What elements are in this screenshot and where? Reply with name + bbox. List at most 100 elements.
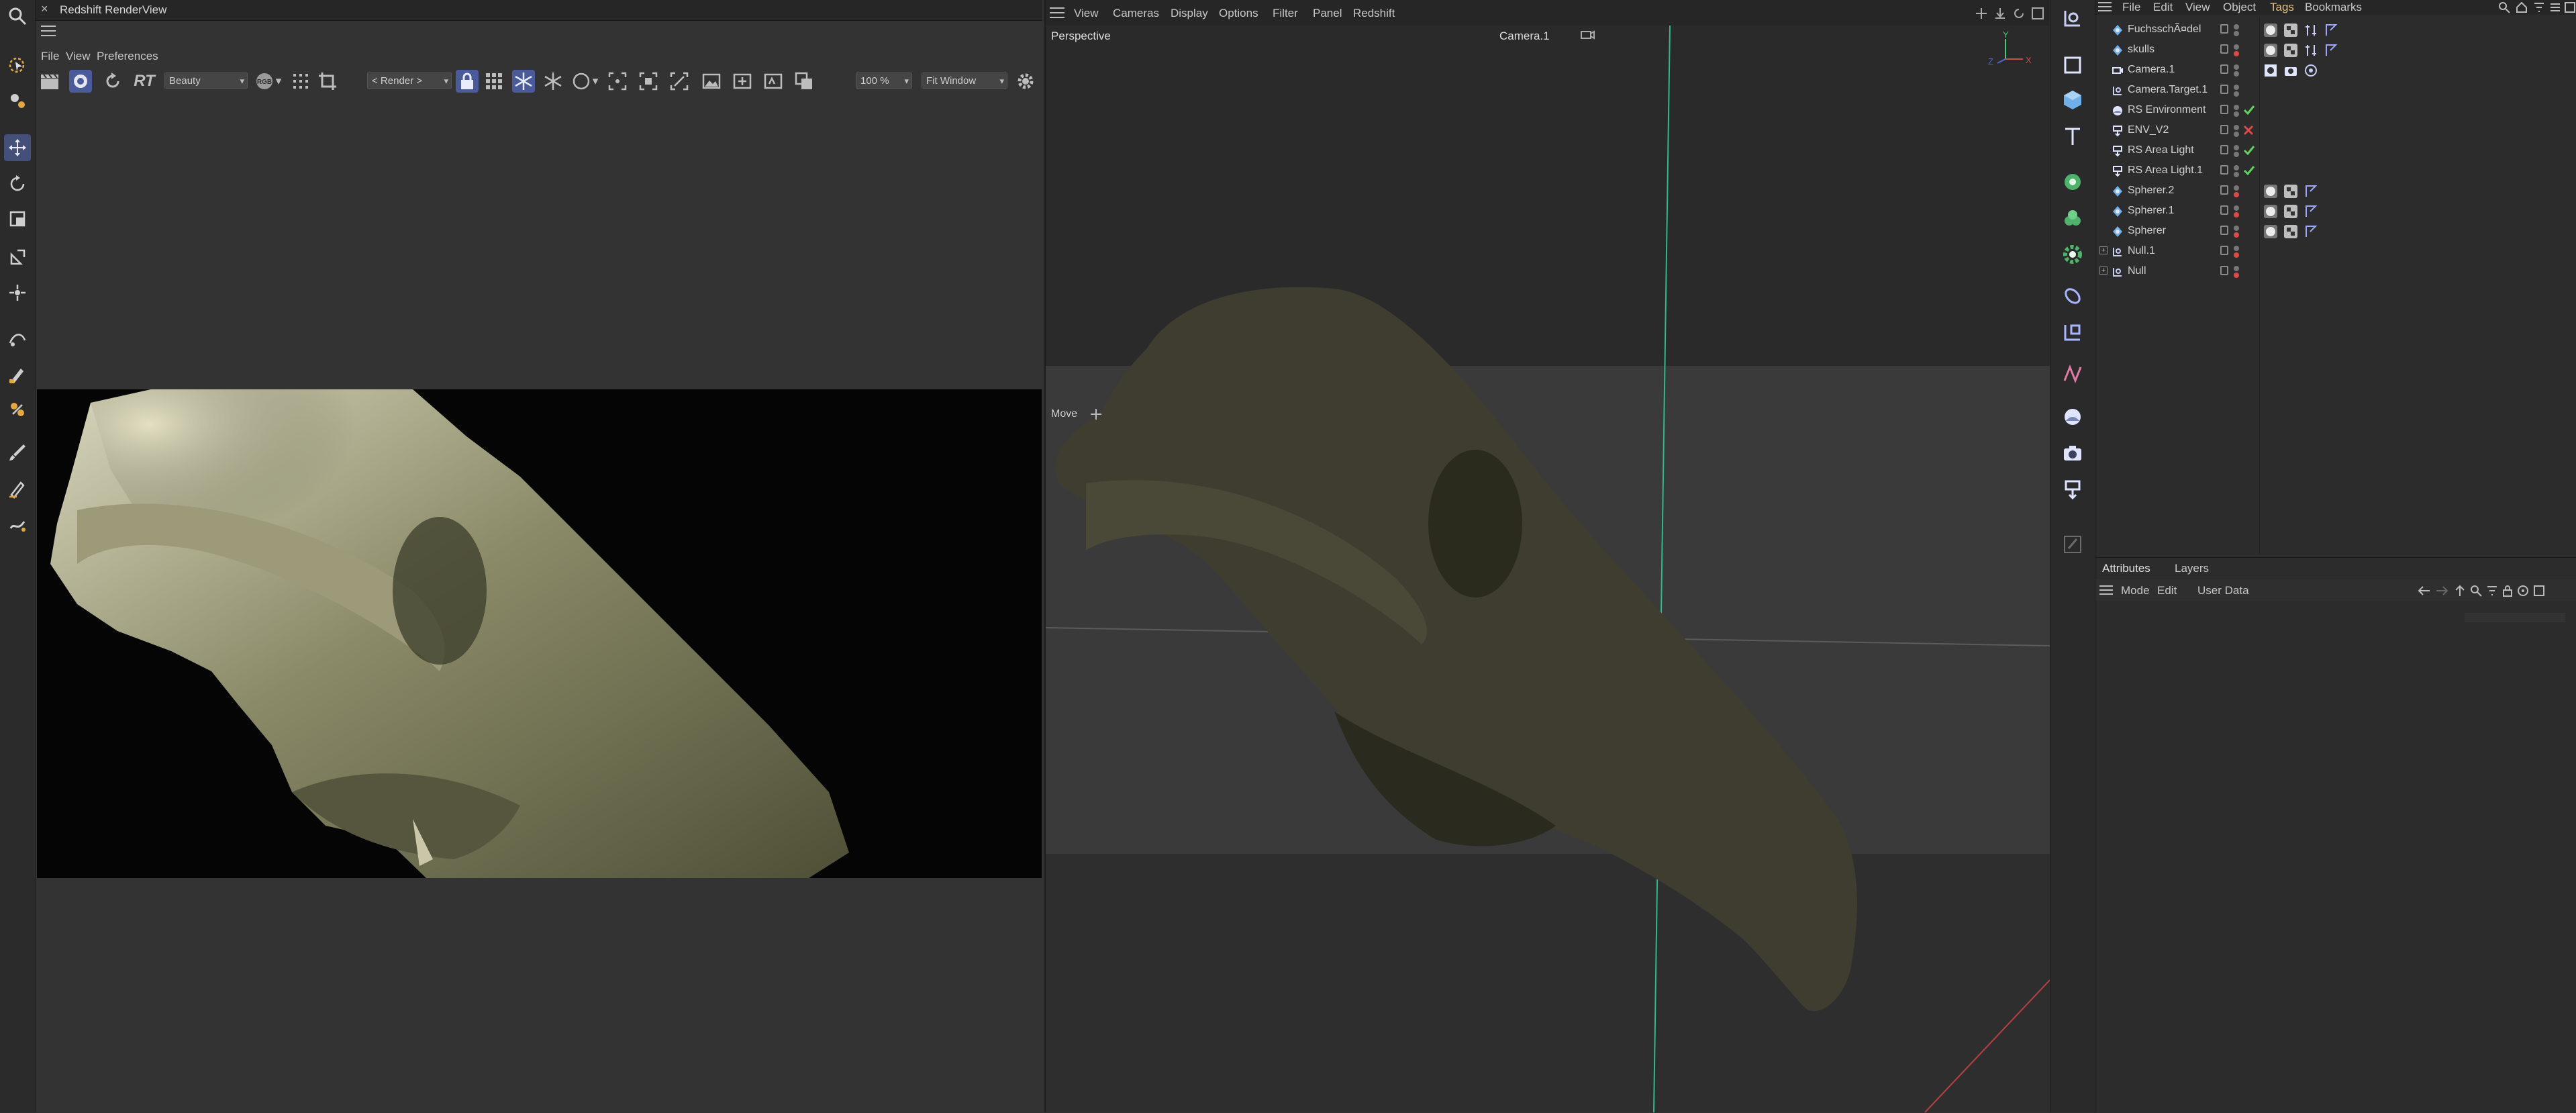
- phong-tag-icon[interactable]: [2283, 184, 2298, 199]
- attr-hamburger-icon[interactable]: [2099, 585, 2113, 599]
- material-tag-icon[interactable]: [2263, 23, 2278, 38]
- gear-icon[interactable]: [1014, 70, 1037, 93]
- region-expand-icon[interactable]: [637, 70, 660, 93]
- lock-icon[interactable]: [2502, 585, 2513, 600]
- phong-tag-icon[interactable]: [2283, 43, 2298, 58]
- pan-icon[interactable]: [1975, 7, 1988, 23]
- visibility-dots-icon[interactable]: [2234, 243, 2258, 260]
- layer-checkbox[interactable]: [2220, 205, 2228, 215]
- generator-icon[interactable]: [2059, 168, 2087, 196]
- object-row[interactable]: Camera.Target.1: [2095, 81, 2576, 101]
- sampler-tag-icon[interactable]: [2303, 23, 2318, 38]
- bucket-grid-icon[interactable]: [483, 70, 505, 93]
- rt-mode-icon[interactable]: RT: [130, 70, 159, 93]
- phong-tag-icon[interactable]: [2283, 204, 2298, 219]
- deformer-icon[interactable]: [2059, 282, 2087, 310]
- spline-pen-icon[interactable]: [4, 325, 31, 352]
- chevron-down-icon[interactable]: ▾: [589, 70, 602, 93]
- model-tools-icon[interactable]: [4, 87, 31, 114]
- layer-checkbox[interactable]: [2220, 165, 2228, 175]
- light-icon[interactable]: [2059, 475, 2087, 503]
- object-row[interactable]: ENV_V2: [2095, 121, 2576, 141]
- orbit-icon[interactable]: [2012, 7, 2026, 23]
- close-icon[interactable]: ×: [41, 2, 48, 16]
- sculpt-tool-icon[interactable]: [4, 512, 31, 538]
- layer-checkbox[interactable]: [2220, 44, 2228, 54]
- material-tag-icon[interactable]: [2263, 43, 2278, 58]
- layer-checkbox[interactable]: [2220, 24, 2228, 34]
- object-row[interactable]: Camera.1: [2095, 60, 2576, 81]
- menu-file[interactable]: File: [41, 50, 59, 63]
- object-row[interactable]: RS Environment: [2095, 101, 2576, 121]
- object-row[interactable]: Spherer.2: [2095, 181, 2576, 201]
- object-name[interactable]: Null: [2128, 265, 2146, 277]
- flag-tag-icon[interactable]: [2303, 224, 2318, 239]
- layer-checkbox[interactable]: [2220, 145, 2228, 154]
- object-name[interactable]: RS Area Light: [2128, 144, 2194, 156]
- add-snapshot-icon[interactable]: [731, 70, 754, 93]
- vp-menu-view[interactable]: View: [1074, 7, 1099, 20]
- render-settings-image-icon[interactable]: [762, 70, 785, 93]
- om-menu-bookmarks[interactable]: Bookmarks: [2305, 1, 2362, 14]
- attr-menu-user-data[interactable]: User Data: [2197, 584, 2249, 597]
- phong-tag-icon[interactable]: [2283, 224, 2298, 239]
- disabled-cross-icon[interactable]: [2234, 122, 2258, 140]
- object-name[interactable]: FuchsschÃ¤del: [2128, 23, 2201, 36]
- material-tag-icon[interactable]: [2263, 184, 2278, 199]
- object-row[interactable]: skulls: [2095, 40, 2576, 60]
- tab-attributes[interactable]: Attributes: [2102, 562, 2150, 575]
- object-row[interactable]: Spherer.1: [2095, 201, 2576, 222]
- vp-menu-options[interactable]: Options: [1219, 7, 1258, 20]
- field-object-icon[interactable]: [2059, 318, 2087, 346]
- vp-menu-display[interactable]: Display: [1171, 7, 1208, 20]
- object-name[interactable]: ENV_V2: [2128, 124, 2169, 136]
- back-arrow-icon[interactable]: [2418, 585, 2431, 600]
- visibility-dots-icon[interactable]: [2234, 62, 2258, 79]
- perspective-viewport[interactable]: View Cameras Display Options Filter Pane…: [1044, 0, 2050, 1112]
- move-tool-icon[interactable]: [4, 134, 31, 161]
- layer-checkbox[interactable]: [2220, 185, 2228, 195]
- phong-tag-icon[interactable]: [2283, 23, 2298, 38]
- refresh-icon[interactable]: [101, 70, 124, 93]
- object-row[interactable]: + Null.1: [2095, 242, 2576, 262]
- forward-arrow-icon[interactable]: [2435, 585, 2448, 600]
- lock-icon[interactable]: [456, 70, 479, 93]
- effector-gear-icon[interactable]: [2059, 240, 2087, 269]
- compare-images-icon[interactable]: [793, 70, 815, 93]
- snowflake-icon[interactable]: [542, 70, 564, 93]
- clapper-icon[interactable]: [38, 70, 61, 93]
- visibility-dots-icon[interactable]: [2234, 183, 2258, 200]
- enabled-check-icon[interactable]: [2234, 162, 2258, 180]
- object-name[interactable]: Camera.Target.1: [2128, 84, 2208, 96]
- menu-preferences[interactable]: Preferences: [97, 50, 158, 63]
- flag-tag-icon[interactable]: [2303, 184, 2318, 199]
- layer-checkbox[interactable]: [2220, 85, 2228, 94]
- layer-checkbox[interactable]: [2220, 125, 2228, 134]
- target-tag-icon[interactable]: [2263, 63, 2278, 78]
- region-diagonal-icon[interactable]: [668, 70, 691, 93]
- layer-checkbox[interactable]: [2220, 266, 2228, 275]
- visibility-dots-icon[interactable]: [2234, 223, 2258, 240]
- placement-tool-icon[interactable]: [4, 279, 31, 306]
- snowflake-freeze-icon[interactable]: [512, 70, 535, 93]
- object-row[interactable]: RS Area Light.1: [2095, 161, 2576, 181]
- layer-checkbox[interactable]: [2220, 226, 2228, 235]
- object-name[interactable]: Spherer.2: [2128, 185, 2174, 197]
- material-tag-icon[interactable]: [2263, 224, 2278, 239]
- popout-icon[interactable]: [2564, 1, 2576, 17]
- grid-icon[interactable]: [289, 70, 312, 93]
- expand-icon[interactable]: +: [2099, 246, 2108, 254]
- om-menu-view[interactable]: View: [2185, 1, 2210, 14]
- om-hamburger-icon[interactable]: [2098, 1, 2112, 15]
- attr-menu-mode[interactable]: Mode: [2121, 584, 2150, 597]
- enabled-check-icon[interactable]: [2234, 102, 2258, 119]
- tab-layers[interactable]: Layers: [2175, 562, 2209, 575]
- focus-picker-icon[interactable]: [606, 70, 629, 93]
- visibility-dots-icon[interactable]: [2234, 203, 2258, 220]
- search-icon[interactable]: [4, 3, 31, 30]
- object-name[interactable]: RS Area Light.1: [2128, 164, 2203, 177]
- popout-icon[interactable]: [2533, 585, 2545, 600]
- object-row[interactable]: RS Area Light: [2095, 141, 2576, 161]
- viewport-hamburger-icon[interactable]: [1050, 7, 1064, 22]
- filter-icon[interactable]: [2533, 1, 2545, 17]
